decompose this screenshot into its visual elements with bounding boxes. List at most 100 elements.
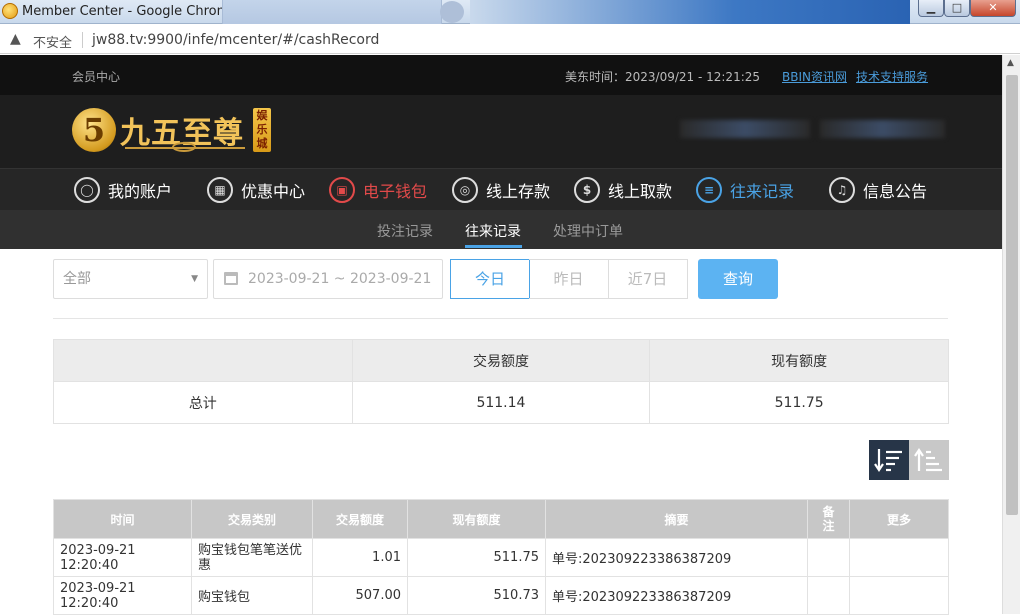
cell-balance: 511.75 [407, 538, 546, 577]
bell-icon: ♫ [829, 177, 855, 203]
new-tab-button[interactable] [440, 1, 464, 23]
col-header-more: 更多 [849, 499, 949, 539]
sort-asc-icon [914, 448, 942, 472]
address-bar[interactable]: ▲ 不安全 jw88.tv:9900/infe/mcenter/#/cashRe… [0, 25, 1020, 54]
nav-online-withdraw[interactable]: $ 线上取款 [574, 176, 672, 204]
active-tab-indicator [465, 245, 522, 248]
redacted-account-info [680, 120, 810, 138]
nav-label: 我的账户 [108, 182, 173, 201]
sort-descending-button[interactable] [869, 440, 909, 480]
divider [53, 318, 948, 319]
url-text[interactable]: jw88.tv:9900/infe/mcenter/#/cashRecord [92, 32, 379, 48]
gift-icon: ▦ [207, 177, 233, 203]
table-row: 2023-09-21 12:20:40 购宝钱包 507.00 510.73 单… [53, 576, 949, 615]
sort-desc-icon [874, 449, 902, 472]
page-scrollbar[interactable]: ▲ [1002, 55, 1020, 614]
summary-cell: 总计 [53, 381, 353, 424]
cell-summary: 单号:202309223386387209 [545, 576, 808, 615]
calendar-icon [224, 272, 238, 285]
summary-cell: 511.14 [351, 381, 651, 424]
scrollbar-thumb[interactable] [1006, 75, 1018, 515]
nav-my-account[interactable]: ◯ 我的账户 [74, 176, 172, 204]
tab-bet-records[interactable]: 投注记录 [377, 221, 433, 241]
window-titlebar: Member Center - Google Chrome ▁ □ ✕ [0, 0, 1020, 24]
eastern-time: 美东时间：2023/09/21 - 12:21:25 [565, 70, 761, 84]
cell-summary: 单号:202309223386387209 [545, 538, 808, 577]
security-label[interactable]: 不安全 [33, 32, 72, 51]
site-favicon-icon [2, 3, 18, 19]
sub-nav: 投注记录 往来记录 处理中订单 [0, 210, 1002, 249]
cell-type: 购宝钱包 [191, 576, 313, 615]
summary-table: 交易额度 现有额度 总计 511.14 511.75 [53, 339, 949, 424]
user-icon: ◯ [74, 177, 100, 203]
redacted-balance-info [820, 120, 945, 138]
nav-label: 线上存款 [486, 182, 551, 201]
summary-cell: 511.75 [649, 381, 949, 424]
summary-header-cell: 交易额度 [351, 339, 651, 382]
logo-badge: 娱乐城 [253, 108, 271, 152]
nav-label: 电子钱包 [363, 182, 428, 201]
chevron-down-icon: ▼ [191, 274, 198, 284]
type-select[interactable]: 全部 ▼ [53, 259, 208, 299]
nav-transaction-records[interactable]: ≡ 往来记录 [696, 176, 794, 204]
cell-more[interactable] [849, 538, 949, 577]
address-separator [82, 32, 83, 48]
date-range-input[interactable]: 2023-09-21 ~ 2023-09-21 [213, 259, 443, 299]
nav-promotions[interactable]: ▦ 优惠中心 [207, 176, 305, 204]
col-header-type: 交易类别 [191, 499, 313, 539]
nav-label: 优惠中心 [241, 182, 306, 201]
sort-ascending-button[interactable] [909, 440, 949, 480]
cell-more[interactable] [849, 576, 949, 615]
main-nav: ◯ 我的账户 ▦ 优惠中心 ▣ 电子钱包 ◎ 线上存款 $ 线上取款 ≡ 往来记… [0, 168, 1002, 210]
maximize-button[interactable]: □ [944, 0, 970, 17]
summary-header-cell [53, 339, 353, 382]
window-title: Member Center - Google Chrome [22, 4, 238, 19]
nav-label: 信息公告 [863, 182, 928, 201]
summary-total-row: 总计 511.14 511.75 [53, 381, 949, 424]
query-button[interactable]: 查询 [698, 259, 778, 299]
cell-time: 2023-09-21 12:20:40 [53, 576, 192, 615]
cell-note [807, 576, 850, 615]
yesterday-button[interactable]: 昨日 [529, 259, 609, 299]
tab-transaction-records[interactable]: 往来记录 [465, 221, 521, 241]
close-button[interactable]: ✕ [970, 0, 1016, 17]
records-table: 时间 交易类别 交易额度 现有额度 摘要 备注 更多 2023-09-21 12… [53, 499, 949, 615]
table-row: 2023-09-21 12:20:40 购宝钱包笔笔送优惠 1.01 511.7… [53, 538, 949, 577]
records-header-row: 时间 交易类别 交易额度 现有额度 摘要 备注 更多 [53, 499, 949, 539]
member-center-label: 会员中心 [72, 70, 121, 84]
summary-header-row: 交易额度 现有额度 [53, 339, 949, 382]
cell-amount: 507.00 [312, 576, 408, 615]
record-icon: ≡ [696, 177, 722, 203]
wallet-icon: ▣ [329, 177, 355, 203]
today-button[interactable]: 今日 [450, 259, 530, 299]
nav-announcements[interactable]: ♫ 信息公告 [829, 176, 927, 204]
nav-e-wallet[interactable]: ▣ 电子钱包 [329, 176, 427, 204]
last-7-days-button[interactable]: 近7日 [608, 259, 688, 299]
logo-ornament [172, 142, 196, 152]
logo-emblem: 5 [72, 108, 116, 152]
site-top-strip: 会员中心 美东时间：2023/09/21 - 12:21:25 BBIN资讯网 … [0, 55, 1002, 95]
scroll-up-icon[interactable]: ▲ [1007, 58, 1014, 68]
cell-note [807, 538, 850, 577]
warning-icon[interactable]: ▲ [10, 31, 21, 47]
nav-label: 线上取款 [608, 182, 673, 201]
cell-time: 2023-09-21 12:20:40 [53, 538, 192, 577]
date-range-value: 2023-09-21 ~ 2023-09-21 [248, 271, 432, 287]
deposit-icon: ◎ [452, 177, 478, 203]
background-tab[interactable] [222, 0, 442, 24]
nav-online-deposit[interactable]: ◎ 线上存款 [452, 176, 550, 204]
tab-pending-orders[interactable]: 处理中订单 [553, 221, 623, 241]
bbin-news-link[interactable]: BBIN资讯网 [782, 68, 847, 85]
col-header-summary: 摘要 [545, 499, 808, 539]
nav-label: 往来记录 [730, 182, 795, 201]
col-header-note: 备注 [807, 499, 850, 539]
minimize-button[interactable]: ▁ [918, 0, 944, 17]
summary-header-cell: 现有额度 [649, 339, 949, 382]
tech-support-link[interactable]: 技术支持服务 [856, 68, 928, 85]
col-header-balance: 现有额度 [407, 499, 546, 539]
col-header-amount: 交易额度 [312, 499, 408, 539]
withdraw-icon: $ [574, 177, 600, 203]
cell-type: 购宝钱包笔笔送优惠 [191, 538, 313, 577]
type-select-value: 全部 [63, 271, 91, 287]
cell-amount: 1.01 [312, 538, 408, 577]
